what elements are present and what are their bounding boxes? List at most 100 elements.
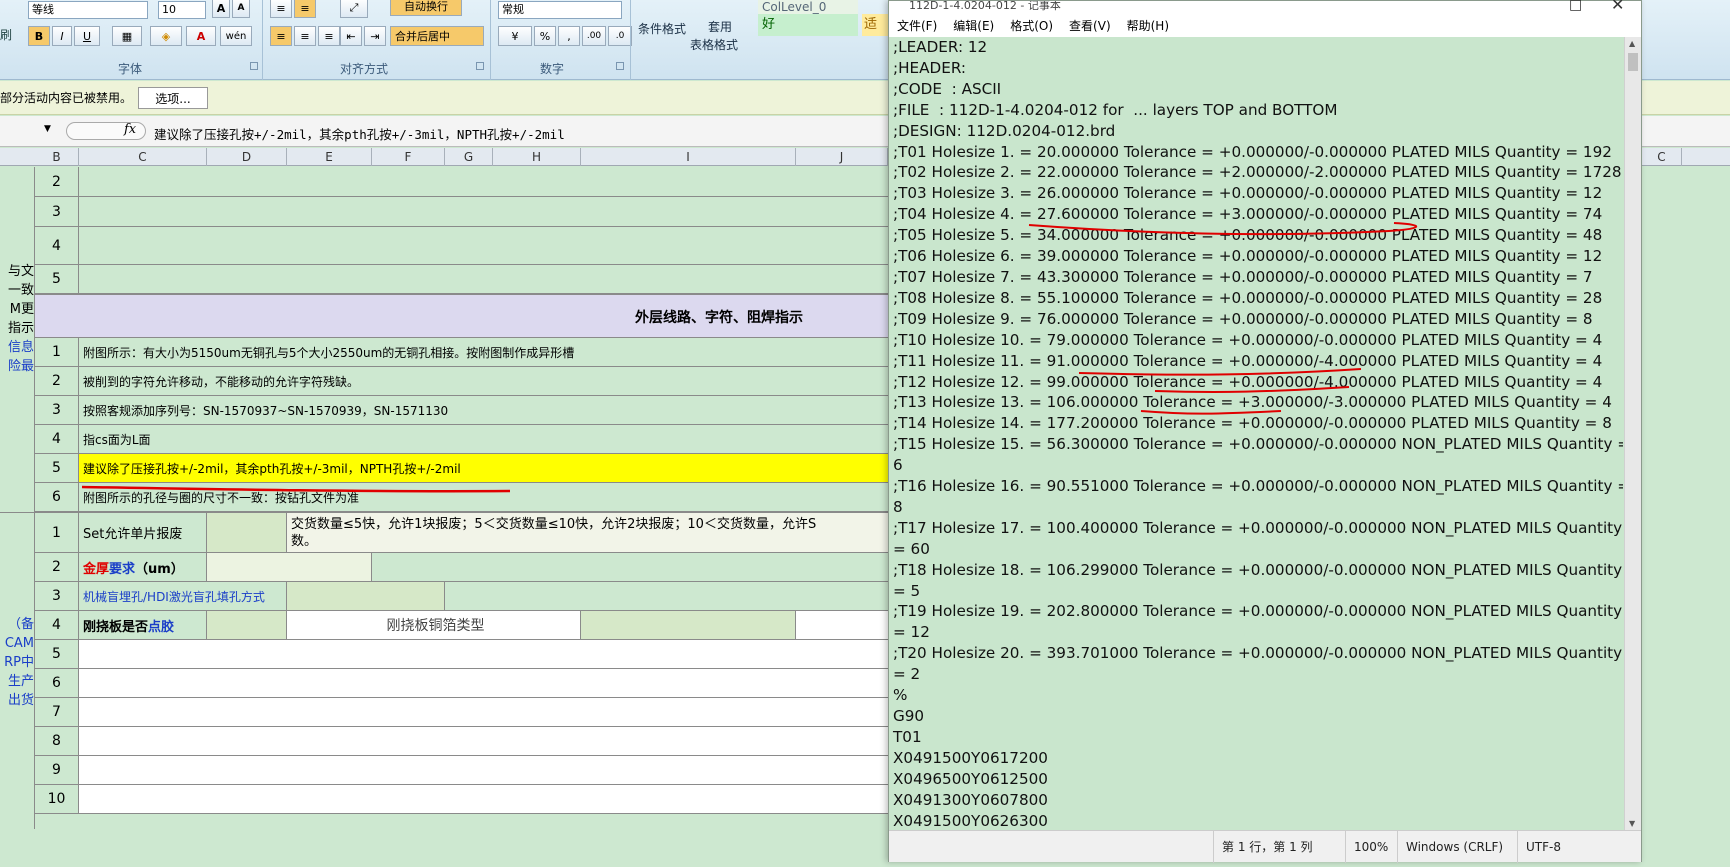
row-number[interactable]: 10 <box>35 785 79 814</box>
style-good-cell[interactable]: 好 <box>758 14 858 36</box>
text-line[interactable]: = 60 <box>893 539 1623 560</box>
table-row[interactable] <box>79 727 888 756</box>
comma-button[interactable]: , <box>558 26 580 46</box>
menu-format[interactable]: 格式(O) <box>1002 15 1061 37</box>
row-number[interactable]: 4 <box>35 425 79 454</box>
text-line[interactable]: 6 <box>893 455 1623 476</box>
text-line[interactable]: G90 <box>893 706 1623 727</box>
align-middle-button[interactable]: ≡ <box>294 0 316 18</box>
text-line[interactable]: X0491500Y0626300 <box>893 811 1623 830</box>
italic-button[interactable]: I <box>52 26 72 46</box>
align-right-button[interactable]: ≡ <box>318 26 340 46</box>
options-button[interactable]: 选项... <box>138 87 208 109</box>
row-number[interactable]: 4 <box>35 611 79 640</box>
text-line[interactable]: T01 <box>893 727 1623 748</box>
empty-cell[interactable] <box>796 611 888 640</box>
border-button[interactable]: ▦ <box>112 26 142 46</box>
font-color-button[interactable]: A <box>186 26 216 46</box>
row-number[interactable]: 3 <box>35 582 79 611</box>
grow-font-button[interactable]: A <box>212 0 230 18</box>
selected-highlight-cell[interactable]: 建议除了压接孔按+/-2mil，其余pth孔按+/-3mil，NPTH孔按+/-… <box>79 454 888 483</box>
text-line[interactable]: X0491300Y0607800 <box>893 790 1623 811</box>
table-row[interactable] <box>79 785 888 814</box>
accounting-format-button[interactable]: ¥ <box>498 26 532 46</box>
glue-label[interactable]: 刚挠板是否 点胶 <box>79 611 207 640</box>
input-cell[interactable] <box>207 611 287 640</box>
instruction-cell[interactable]: 指cs面为L面 <box>79 425 888 454</box>
increase-indent-button[interactable]: ⇥ <box>364 26 386 46</box>
text-line[interactable]: ;T14 Holesize 14. = 177.200000 Tolerance… <box>893 413 1623 434</box>
instruction-cell[interactable]: 附图所示：有大小为5150um无铜孔与5个大小2550um的无铜孔相接。按附图制… <box>79 338 888 367</box>
text-line[interactable]: ;T05 Holesize 5. = 34.000000 Tolerance =… <box>893 225 1623 246</box>
text-line[interactable]: ;T15 Holesize 15. = 56.300000 Tolerance … <box>893 434 1623 455</box>
row-number[interactable]: 7 <box>35 698 79 727</box>
text-line[interactable]: ;CODE : ASCII <box>893 79 1623 100</box>
merge-center-button[interactable]: 合并后居中 <box>390 26 484 46</box>
text-line[interactable]: ;DESIGN: 112D.0204-012.brd <box>893 121 1623 142</box>
column-header[interactable]: B <box>35 148 79 166</box>
text-line[interactable]: ;T20 Holesize 20. = 393.701000 Tolerance… <box>893 643 1623 664</box>
table-row[interactable] <box>79 756 888 785</box>
dialog-launcher-icon[interactable] <box>476 62 484 70</box>
text-line[interactable]: ;T16 Holesize 16. = 90.551000 Tolerance … <box>893 476 1623 497</box>
dialog-launcher-icon[interactable] <box>616 62 624 70</box>
label-cell[interactable]: Set允许单片报废 <box>79 513 207 553</box>
clipped-merged-cell-2[interactable]: （备 CAM RP中 生产 出货 <box>0 615 34 710</box>
format-painter-label[interactable]: 刷 <box>0 26 12 43</box>
row-number[interactable]: 8 <box>35 727 79 756</box>
text-line[interactable]: ;T03 Holesize 3. = 26.000000 Tolerance =… <box>893 183 1623 204</box>
policy-cell[interactable]: 交货数量≤5快，允许1块报废；5＜交货数量≤10快，允许2块报废；10＜交货数量… <box>287 513 888 553</box>
row-number[interactable]: 5 <box>35 640 79 669</box>
phonetic-button[interactable]: wén <box>220 26 252 46</box>
scroll-thumb[interactable] <box>1628 53 1638 71</box>
text-line[interactable]: ;FILE : 112D-1-4.0204-012 for ... layers… <box>893 100 1623 121</box>
row-number[interactable]: 2 <box>35 367 79 396</box>
text-line[interactable]: ;T12 Holesize 12. = 99.000000 Tolerance … <box>893 372 1623 393</box>
row-number[interactable]: 2 <box>35 553 79 582</box>
table-row[interactable] <box>79 669 888 698</box>
column-header[interactable]: D <box>207 148 287 166</box>
text-line[interactable]: ;T01 Holesize 1. = 20.000000 Tolerance =… <box>893 142 1623 163</box>
instruction-cell[interactable]: 附图所示的孔径与圈的尺寸不一致：按钻孔文件为准 <box>79 483 888 512</box>
underline-button[interactable]: U <box>74 26 100 46</box>
column-header[interactable]: I <box>581 148 796 166</box>
menu-file[interactable]: 文件(F) <box>889 15 945 37</box>
conditional-format-button[interactable]: 条件格式 <box>638 20 686 37</box>
apply-button[interactable]: 套用 <box>708 18 732 35</box>
sheet-right-area[interactable] <box>1642 167 1730 829</box>
row-number[interactable]: 4 <box>35 227 79 265</box>
text-line[interactable]: X0496500Y0612500 <box>893 769 1623 790</box>
text-line[interactable]: ;T13 Holesize 13. = 106.000000 Tolerance… <box>893 392 1623 413</box>
text-line[interactable]: ;T02 Holesize 2. = 22.000000 Tolerance =… <box>893 162 1623 183</box>
text-line[interactable]: ;T17 Holesize 17. = 100.400000 Tolerance… <box>893 518 1623 539</box>
font-size-combo[interactable]: 10 <box>158 1 206 19</box>
align-center-button[interactable]: ≡ <box>294 26 316 46</box>
clipped-merged-cell-1[interactable]: 与文 一致 M更 指示 信息 险最 <box>0 262 34 376</box>
text-line[interactable]: ;T18 Holesize 18. = 106.299000 Tolerance… <box>893 560 1623 581</box>
text-line[interactable]: ;T08 Holesize 8. = 55.100000 Tolerance =… <box>893 288 1623 309</box>
text-line[interactable]: ;LEADER: 12 <box>893 37 1623 58</box>
vertical-scrollbar[interactable]: ▲ ▼ <box>1624 37 1641 830</box>
text-line[interactable]: 8 <box>893 497 1623 518</box>
notepad-text-area[interactable]: ;LEADER: 12 ;HEADER: ;CODE : ASCII ;FILE : … <box>890 37 1623 830</box>
row-number[interactable]: 3 <box>35 396 79 425</box>
input-cell[interactable] <box>207 513 287 553</box>
text-line[interactable]: ;T04 Holesize 4. = 27.600000 Tolerance =… <box>893 204 1623 225</box>
row-number[interactable]: 5 <box>35 454 79 483</box>
row-number[interactable]: 2 <box>35 167 79 197</box>
align-top-button[interactable]: ≡ <box>270 0 292 18</box>
column-header[interactable]: C <box>79 148 207 166</box>
text-line[interactable]: ;T09 Holesize 9. = 76.000000 Tolerance =… <box>893 309 1623 330</box>
text-line[interactable]: ;HEADER: <box>893 58 1623 79</box>
table-row[interactable] <box>79 265 888 294</box>
instruction-cell[interactable]: 按照客规添加序列号：SN-1570937~SN-1570939，SN-15711… <box>79 396 888 425</box>
text-line[interactable]: = 5 <box>893 581 1623 602</box>
text-line[interactable]: ;T07 Holesize 7. = 43.300000 Tolerance =… <box>893 267 1623 288</box>
decrease-indent-button[interactable]: ⇤ <box>340 26 362 46</box>
text-line[interactable]: % <box>893 685 1623 706</box>
text-line[interactable]: ;T10 Holesize 10. = 79.000000 Tolerance … <box>893 330 1623 351</box>
table-row[interactable] <box>79 167 888 197</box>
wrap-text-button[interactable]: 自动换行 <box>390 0 462 16</box>
shrink-font-button[interactable]: A <box>232 0 250 18</box>
text-line[interactable]: ;T11 Holesize 11. = 91.000000 Tolerance … <box>893 351 1623 372</box>
